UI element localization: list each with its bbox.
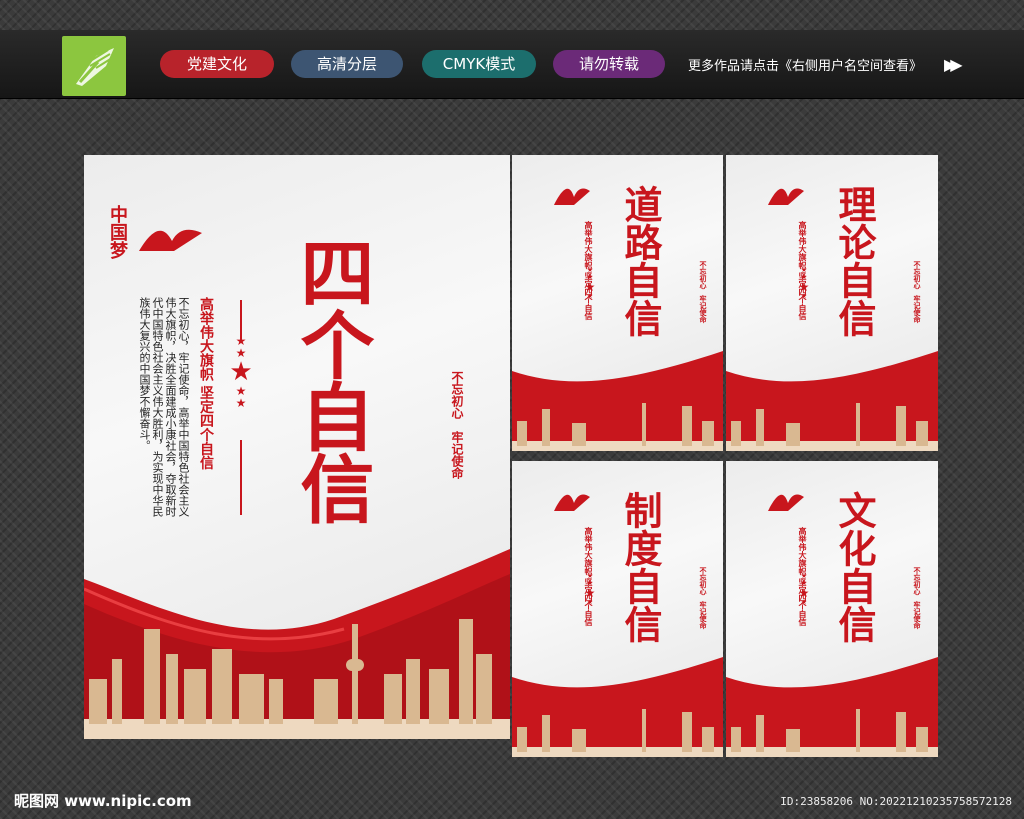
poster-system: 高举伟大旗帜 坚定四个自信 ★ ★ ★ ★ 制度自信 不忘初心 牢记使命 — [512, 461, 723, 757]
main-subtitle: 高举伟大旗帜 坚定四个自信 — [198, 297, 214, 470]
main-poster: 中国梦 高举伟大旗帜 坚定四个自信 不忘初心，牢记使命，高举中国特色社会主义伟大… — [84, 155, 510, 739]
dream-logo-mark — [134, 221, 204, 255]
poster-title: 文化自信 — [832, 491, 877, 643]
double-arrow-icon[interactable]: ▶▶ — [944, 55, 962, 74]
main-title: 四个自信 — [288, 235, 374, 523]
dream-logo: 中国梦 — [107, 205, 128, 259]
seal-bottom: 牢记使命 — [450, 431, 464, 479]
seal-top: 不忘初心 — [450, 371, 464, 419]
seal-bottom: 牢记使命 — [699, 601, 708, 629]
dream-logo-mark — [552, 489, 592, 517]
city-skyline — [726, 709, 938, 757]
city-skyline — [512, 403, 723, 451]
tag-no-repost[interactable]: 请勿转载 — [553, 50, 665, 78]
divider-line-bottom — [240, 440, 242, 515]
stars-decoration: ★ ★ ★ ★ — [798, 266, 810, 300]
seal-bottom: 牢记使命 — [699, 295, 708, 323]
poster-title: 理论自信 — [832, 185, 877, 337]
seal-bottom: 牢记使命 — [913, 295, 922, 323]
city-skyline — [84, 619, 510, 739]
seal-top: 不忘初心 — [913, 567, 922, 595]
tag-cmyk[interactable]: CMYK模式 — [422, 50, 536, 78]
city-skyline — [726, 403, 938, 451]
image-id-text: ID:23858206 NO:20221210235758572128 — [780, 795, 1012, 808]
poster-title: 道路自信 — [618, 185, 663, 337]
more-works-link[interactable]: 更多作品请点击《右侧用户名空间查看》 — [688, 55, 922, 74]
dream-logo-mark — [766, 183, 806, 211]
city-skyline — [512, 709, 723, 757]
site-logo-icon[interactable] — [62, 36, 126, 96]
poster-theory: 高举伟大旗帜 坚定四个自信 ★ ★ ★ ★ 理论自信 不忘初心 牢记使命 — [726, 155, 938, 451]
poster-culture: 高举伟大旗帜 坚定四个自信 ★ ★ ★ ★ 文化自信 不忘初心 牢记使命 — [726, 461, 938, 757]
stars-decoration: ★ ★ ★ ★ ★ — [229, 334, 253, 410]
tag-party-culture[interactable]: 党建文化 — [160, 50, 274, 78]
poster-road: 高举伟大旗帜 坚定四个自信 ★ ★ ★ ★ 道路自信 不忘初心 牢记使命 — [512, 155, 723, 451]
dream-logo-mark — [552, 183, 592, 211]
tag-hd-layers[interactable]: 高清分层 — [291, 50, 403, 78]
stars-decoration: ★ ★ ★ ★ — [584, 572, 596, 606]
seal-bottom: 牢记使命 — [913, 601, 922, 629]
dream-logo-mark — [766, 489, 806, 517]
stars-decoration: ★ ★ ★ ★ — [798, 572, 810, 606]
watermark-logo: 昵图网 www.nipic.com — [14, 792, 192, 810]
stars-decoration: ★ ★ ★ ★ — [584, 266, 596, 300]
seal-top: 不忘初心 — [699, 261, 708, 289]
main-body-text: 不忘初心，牢记使命，高举中国特色社会主义伟大旗帜，决胜全面建成小康社会，夺取新时… — [138, 297, 190, 517]
poster-title: 制度自信 — [618, 491, 663, 643]
seal-top: 不忘初心 — [699, 567, 708, 595]
seal-top: 不忘初心 — [913, 261, 922, 289]
